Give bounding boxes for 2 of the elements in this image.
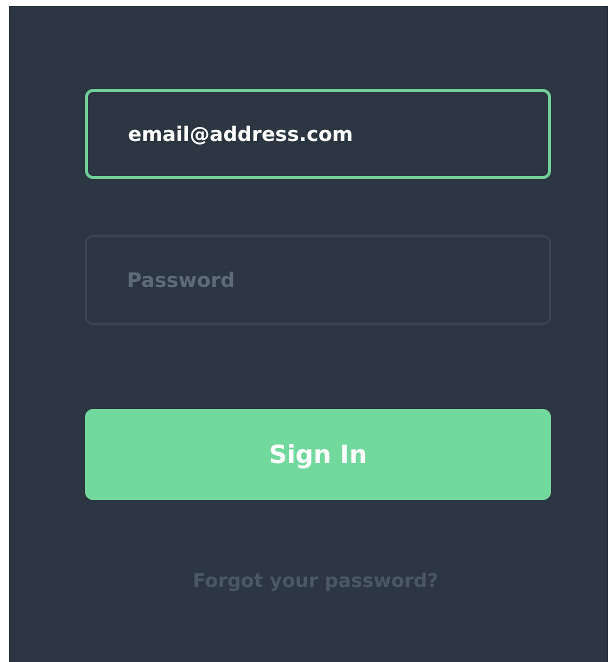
sign-in-button[interactable]: Sign In <box>85 409 551 500</box>
email-field[interactable]: email@address.com <box>85 89 551 179</box>
